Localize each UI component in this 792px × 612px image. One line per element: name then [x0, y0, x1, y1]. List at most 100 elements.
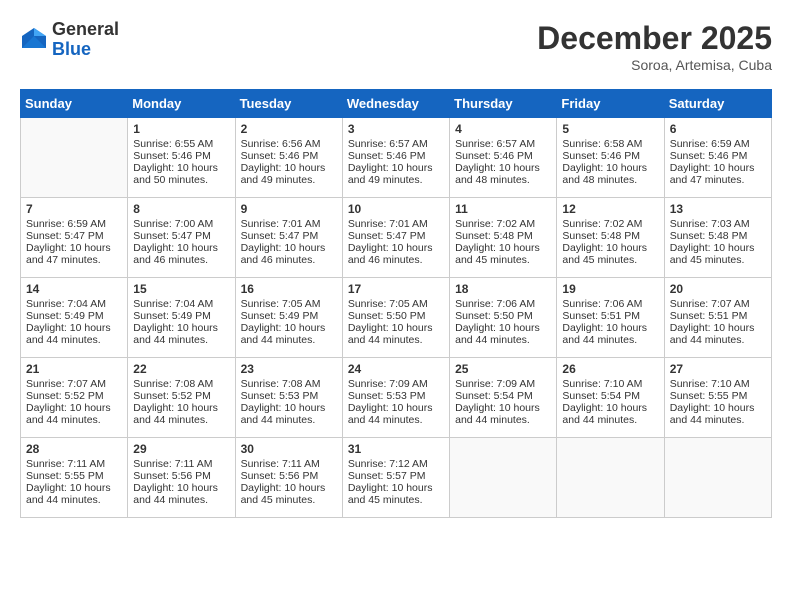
cell-text: Daylight: 10 hours — [670, 242, 766, 254]
cell-text: Daylight: 10 hours — [348, 162, 444, 174]
calendar-cell: 6Sunrise: 6:59 AMSunset: 5:46 PMDaylight… — [664, 118, 771, 198]
cell-text: Daylight: 10 hours — [241, 482, 337, 494]
cell-text: Daylight: 10 hours — [348, 322, 444, 334]
day-header-sunday: Sunday — [21, 90, 128, 118]
day-number: 14 — [26, 282, 122, 296]
cell-text: and 44 minutes. — [562, 334, 658, 346]
cell-text: and 47 minutes. — [670, 174, 766, 186]
cell-text: Daylight: 10 hours — [26, 482, 122, 494]
cell-text: and 49 minutes. — [348, 174, 444, 186]
cell-text: Daylight: 10 hours — [241, 322, 337, 334]
logo-blue-text: Blue — [52, 40, 119, 60]
cell-text: and 44 minutes. — [241, 414, 337, 426]
cell-text: and 45 minutes. — [562, 254, 658, 266]
day-number: 8 — [133, 202, 229, 216]
day-number: 27 — [670, 362, 766, 376]
cell-text: Sunset: 5:46 PM — [348, 150, 444, 162]
cell-text: Daylight: 10 hours — [670, 322, 766, 334]
calendar-cell — [664, 438, 771, 518]
calendar-cell: 22Sunrise: 7:08 AMSunset: 5:52 PMDayligh… — [128, 358, 235, 438]
cell-text: Sunset: 5:48 PM — [562, 230, 658, 242]
cell-text: and 44 minutes. — [562, 414, 658, 426]
calendar-cell — [450, 438, 557, 518]
day-number: 23 — [241, 362, 337, 376]
day-number: 6 — [670, 122, 766, 136]
cell-text: Sunset: 5:50 PM — [455, 310, 551, 322]
cell-text: and 46 minutes. — [241, 254, 337, 266]
calendar-cell: 21Sunrise: 7:07 AMSunset: 5:52 PMDayligh… — [21, 358, 128, 438]
calendar-cell: 23Sunrise: 7:08 AMSunset: 5:53 PMDayligh… — [235, 358, 342, 438]
logo-icon — [20, 26, 48, 54]
cell-text: and 45 minutes. — [670, 254, 766, 266]
cell-text: and 44 minutes. — [455, 334, 551, 346]
cell-text: Sunrise: 7:09 AM — [348, 378, 444, 390]
calendar-cell: 7Sunrise: 6:59 AMSunset: 5:47 PMDaylight… — [21, 198, 128, 278]
calendar-cell: 15Sunrise: 7:04 AMSunset: 5:49 PMDayligh… — [128, 278, 235, 358]
cell-text: Daylight: 10 hours — [562, 402, 658, 414]
cell-text: Sunset: 5:46 PM — [562, 150, 658, 162]
cell-text: Daylight: 10 hours — [455, 322, 551, 334]
day-number: 25 — [455, 362, 551, 376]
month-title: December 2025 — [537, 20, 772, 57]
calendar-cell — [21, 118, 128, 198]
cell-text: Sunset: 5:49 PM — [133, 310, 229, 322]
calendar-table: SundayMondayTuesdayWednesdayThursdayFrid… — [20, 89, 772, 518]
cell-text: Sunrise: 6:56 AM — [241, 138, 337, 150]
calendar-cell: 30Sunrise: 7:11 AMSunset: 5:56 PMDayligh… — [235, 438, 342, 518]
calendar-header-row: SundayMondayTuesdayWednesdayThursdayFrid… — [21, 90, 772, 118]
cell-text: Daylight: 10 hours — [241, 402, 337, 414]
day-header-saturday: Saturday — [664, 90, 771, 118]
day-number: 5 — [562, 122, 658, 136]
calendar-cell: 18 Sunrise: 7:06 AMSunset: 5:50 PMDayligh… — [450, 278, 557, 358]
cell-text: and 44 minutes. — [670, 334, 766, 346]
calendar-cell: 26Sunrise: 7:10 AMSunset: 5:54 PMDayligh… — [557, 358, 664, 438]
cell-text: Sunset: 5:54 PM — [562, 390, 658, 402]
cell-text: and 44 minutes. — [26, 494, 122, 506]
calendar-cell: 2Sunrise: 6:56 AMSunset: 5:46 PMDaylight… — [235, 118, 342, 198]
cell-text: and 44 minutes. — [26, 414, 122, 426]
day-number: 10 — [348, 202, 444, 216]
cell-text: Sunrise: 7:12 AM — [348, 458, 444, 470]
cell-text: Sunset: 5:56 PM — [241, 470, 337, 482]
cell-text: Sunrise: 7:06 AM — [455, 298, 551, 310]
cell-text: Sunset: 5:55 PM — [670, 390, 766, 402]
cell-text: and 48 minutes. — [455, 174, 551, 186]
cell-text: and 44 minutes. — [26, 334, 122, 346]
calendar-cell: 3Sunrise: 6:57 AMSunset: 5:46 PMDaylight… — [342, 118, 449, 198]
cell-text: Sunrise: 7:10 AM — [670, 378, 766, 390]
cell-text: and 48 minutes. — [562, 174, 658, 186]
calendar-cell: 11Sunrise: 7:02 AMSunset: 5:48 PMDayligh… — [450, 198, 557, 278]
cell-text: Sunset: 5:47 PM — [241, 230, 337, 242]
logo-text: General Blue — [52, 20, 119, 60]
day-number: 29 — [133, 442, 229, 456]
day-number: 15 — [133, 282, 229, 296]
cell-text: and 49 minutes. — [241, 174, 337, 186]
day-number: 13 — [670, 202, 766, 216]
cell-text: and 44 minutes. — [133, 494, 229, 506]
day-number: 20 — [670, 282, 766, 296]
cell-text: Sunset: 5:50 PM — [348, 310, 444, 322]
calendar-cell: 1Sunrise: 6:55 AMSunset: 5:46 PMDaylight… — [128, 118, 235, 198]
day-number: 7 — [26, 202, 122, 216]
calendar-cell: 29Sunrise: 7:11 AMSunset: 5:56 PMDayligh… — [128, 438, 235, 518]
day-header-wednesday: Wednesday — [342, 90, 449, 118]
cell-text: Daylight: 10 hours — [455, 162, 551, 174]
calendar-cell — [557, 438, 664, 518]
cell-text: Sunset: 5:53 PM — [348, 390, 444, 402]
cell-text: Daylight: 10 hours — [133, 242, 229, 254]
day-number: 2 — [241, 122, 337, 136]
day-number: 18 — [455, 282, 551, 296]
cell-text: Daylight: 10 hours — [348, 242, 444, 254]
day-header-tuesday: Tuesday — [235, 90, 342, 118]
cell-text: Sunset: 5:47 PM — [133, 230, 229, 242]
cell-text: and 44 minutes. — [348, 334, 444, 346]
day-number: 21 — [26, 362, 122, 376]
cell-text: Daylight: 10 hours — [670, 162, 766, 174]
day-number: 30 — [241, 442, 337, 456]
cell-text: Sunset: 5:56 PM — [133, 470, 229, 482]
cell-text: Sunrise: 6:57 AM — [348, 138, 444, 150]
cell-text: Sunset: 5:53 PM — [241, 390, 337, 402]
cell-text: Sunset: 5:46 PM — [241, 150, 337, 162]
cell-text: Sunset: 5:51 PM — [562, 310, 658, 322]
day-number: 16 — [241, 282, 337, 296]
